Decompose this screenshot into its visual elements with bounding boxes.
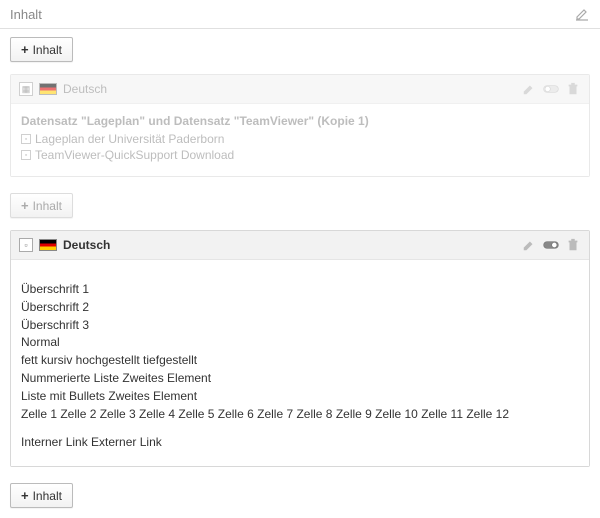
card-header[interactable]: ▫ Deutsch (11, 231, 589, 260)
edit-icon[interactable] (521, 237, 537, 253)
text-heading3: Überschrift 3 (21, 317, 579, 334)
plus-icon: + (21, 488, 29, 503)
text-styles: fett kursiv hochgestellt tiefgestellt (21, 352, 579, 369)
text-normal: Normal (21, 334, 579, 351)
text-table-cells: Zelle 1 Zelle 2 Zelle 3 Zelle 4 Zelle 5 … (21, 406, 579, 423)
add-content-label: Inhalt (33, 199, 62, 213)
card-body: Überschrift 1 Überschrift 2 Überschrift … (11, 260, 589, 466)
text-links: Interner Link Externer Link (21, 434, 579, 451)
text-numbered-list: Nummerierte Liste Zweites Element (21, 370, 579, 387)
content-card-1: ▦ Deutsch Datensatz "Lageplan" und Daten… (10, 74, 590, 177)
page-icon: ▫ (21, 150, 31, 160)
record-item-label: TeamViewer-QuickSupport Download (35, 148, 234, 162)
toggle-visibility-icon[interactable] (543, 81, 559, 97)
plus-icon: + (21, 198, 29, 213)
add-content-label: Inhalt (33, 489, 62, 503)
section-header: Inhalt (0, 0, 600, 29)
add-content-button-bottom[interactable]: + Inhalt (10, 483, 73, 508)
delete-icon[interactable] (565, 237, 581, 253)
edit-section-icon[interactable] (574, 6, 590, 22)
add-content-label: Inhalt (33, 43, 62, 57)
toggle-visibility-icon[interactable] (543, 237, 559, 253)
add-content-button-mid[interactable]: + Inhalt (10, 193, 73, 218)
card-body: Datensatz "Lageplan" und Datensatz "Team… (11, 104, 589, 176)
text-heading1: Überschrift 1 (21, 281, 579, 298)
delete-icon[interactable] (565, 81, 581, 97)
page-icon: ▫ (21, 134, 31, 144)
language-label: Deutsch (63, 82, 107, 96)
language-label: Deutsch (63, 238, 110, 252)
flag-de-icon (39, 83, 57, 95)
record-type-icon: ▫ (19, 238, 33, 252)
add-content-button-top[interactable]: + Inhalt (10, 37, 73, 62)
record-item: ▫ Lageplan der Universität Paderborn (21, 132, 579, 146)
flag-de-icon (39, 239, 57, 251)
record-title: Datensatz "Lageplan" und Datensatz "Team… (21, 114, 579, 128)
card-header[interactable]: ▦ Deutsch (11, 75, 589, 104)
plus-icon: + (21, 42, 29, 57)
record-type-icon: ▦ (19, 82, 33, 96)
text-heading2: Überschrift 2 (21, 299, 579, 316)
record-item: ▫ TeamViewer-QuickSupport Download (21, 148, 579, 162)
edit-icon[interactable] (521, 81, 537, 97)
record-item-label: Lageplan der Universität Paderborn (35, 132, 224, 146)
content-card-2: ▫ Deutsch Überschrift 1 Überschrift 2 Üb… (10, 230, 590, 467)
text-bullet-list: Liste mit Bullets Zweites Element (21, 388, 579, 405)
section-title: Inhalt (10, 7, 42, 22)
